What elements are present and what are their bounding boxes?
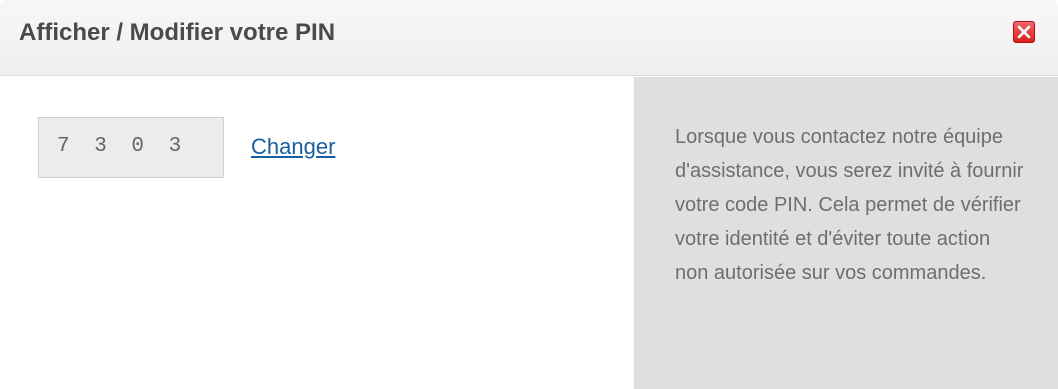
- pin-panel: 7 3 0 3 Changer: [0, 77, 634, 389]
- close-icon: [1017, 25, 1031, 39]
- change-pin-link[interactable]: Changer: [251, 134, 335, 160]
- info-text: Lorsque vous contactez notre équipe d'as…: [675, 126, 1024, 284]
- dialog-title: Afficher / Modifier votre PIN: [19, 19, 336, 46]
- info-panel: Lorsque vous contactez notre équipe d'as…: [634, 77, 1058, 389]
- dialog-header: Afficher / Modifier votre PIN: [0, 0, 1058, 76]
- pin-dialog: Afficher / Modifier votre PIN 7 3 0 3 Ch…: [0, 0, 1058, 389]
- close-button[interactable]: [1013, 21, 1035, 43]
- pin-display-field: 7 3 0 3: [38, 117, 224, 178]
- dialog-body: 7 3 0 3 Changer Lorsque vous contactez n…: [0, 77, 1058, 389]
